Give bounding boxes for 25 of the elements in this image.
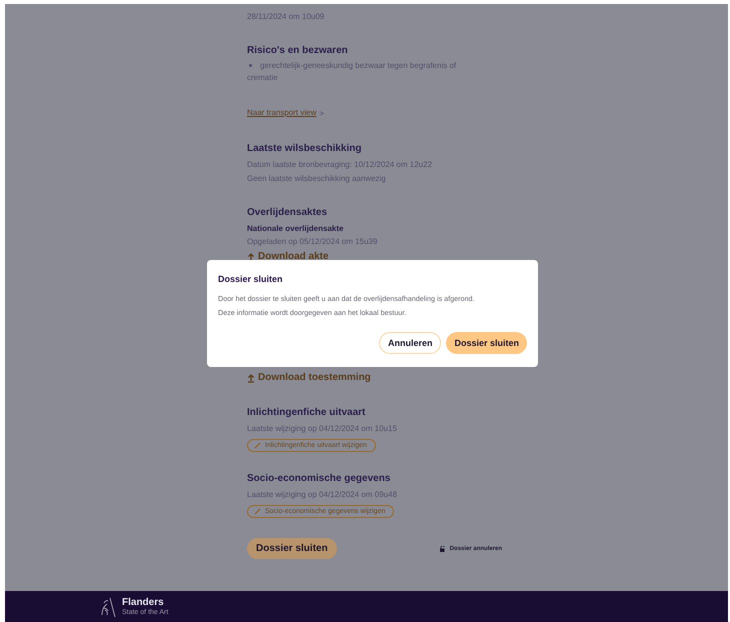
confirm-button[interactable]: Dossier sluiten xyxy=(446,332,527,354)
pencil-icon xyxy=(254,508,261,515)
info-text: Geen laatste wilsbeschikking aanwezig xyxy=(247,173,386,185)
chevron-icon: > xyxy=(319,108,324,118)
subheading: Nationale overlijdensakte xyxy=(247,223,344,235)
bullet-text: gerechtelijk-geneeskundig bezwaar tegen begrafenis of crematie xyxy=(247,60,458,84)
dialog-title: Dossier sluiten xyxy=(218,274,284,284)
info-text: Laatste wijziging op 04/12/2024 om 09u48 xyxy=(247,489,397,501)
lock-icon xyxy=(440,546,446,552)
section-heading: Socio-economische gegevens xyxy=(247,472,390,486)
section-heading: Overlijdensaktes xyxy=(247,206,328,220)
section-heading: Risico's en bezwaren xyxy=(247,44,348,58)
info-text: Opgeladen op 05/12/2024 om 15u39 xyxy=(247,236,378,248)
download-link[interactable]: Download toestemming xyxy=(247,370,371,386)
brand-name: Flanders xyxy=(122,596,165,608)
pencil-icon xyxy=(254,442,261,449)
transport-link[interactable]: Naar transport view xyxy=(247,106,316,120)
info-text: Datum laatste bronbevraging: 10/12/2024 om 12u22 xyxy=(247,159,432,171)
info-text: Laatste wijziging op 04/12/2024 om 10u15 xyxy=(247,423,397,435)
section-heading: Inlichtingenfiche uitvaart xyxy=(247,406,366,420)
close-dossier-button[interactable]: Dossier sluiten xyxy=(247,538,337,559)
info-text: 28/11/2024 om 10u09 xyxy=(247,11,324,23)
cancel-button[interactable]: Annuleren xyxy=(378,332,442,354)
section-heading: Laatste wilsbeschikking xyxy=(247,142,362,156)
upload-icon xyxy=(247,374,255,382)
